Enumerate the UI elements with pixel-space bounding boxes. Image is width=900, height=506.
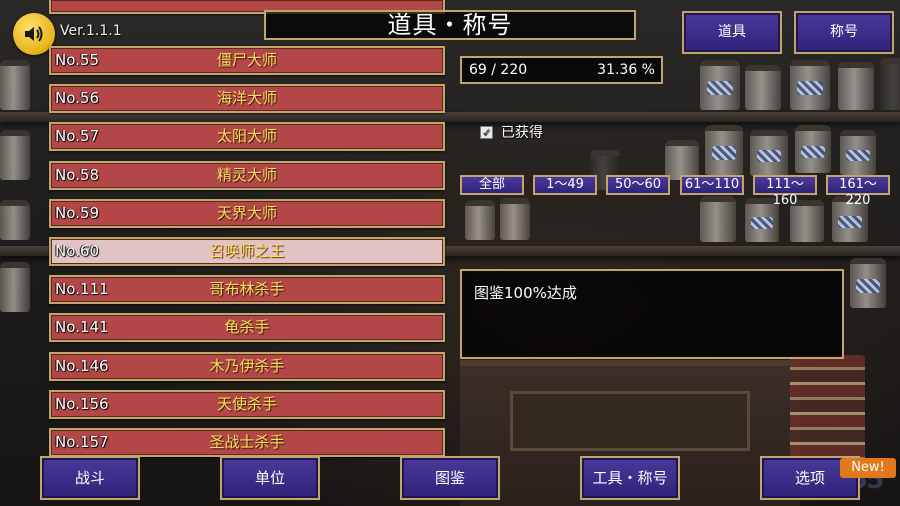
title-description: 图鉴100%达成	[460, 269, 844, 359]
title-name: 木乃伊杀手	[209, 357, 285, 375]
title-name: 精灵大师	[216, 166, 277, 184]
progress-percent: 31.36 %	[597, 62, 655, 78]
jar	[838, 62, 874, 110]
jar	[665, 140, 699, 180]
speaker-icon	[25, 26, 43, 42]
jar	[500, 198, 530, 240]
jar	[790, 60, 830, 110]
title-name: 哥布林杀手	[209, 280, 285, 298]
filter-111-160[interactable]: 111～160	[753, 175, 817, 208]
nav-encyclopedia-button[interactable]: 图鉴	[400, 456, 500, 500]
tab-items[interactable]: 道具	[682, 11, 782, 54]
title-list-item[interactable]: No.146 木乃伊杀手	[49, 352, 445, 381]
jar	[705, 125, 743, 175]
title-name: 海洋大师	[216, 89, 277, 107]
title-name: 太阳大师	[216, 127, 277, 145]
jar	[750, 130, 788, 176]
title-list-item[interactable]: No.60 召唤师之王	[49, 237, 445, 266]
jar	[700, 60, 740, 110]
title-list-item[interactable]: No.111 哥布林杀手	[49, 275, 445, 304]
title-list-item[interactable]: No.156 天使杀手	[49, 390, 445, 419]
title-name: 龟杀手	[224, 318, 270, 336]
filter-all[interactable]: 全部	[460, 175, 524, 195]
title-list-item[interactable]: No.57 太阳大师	[49, 122, 445, 151]
nav-battle-button[interactable]: 战斗	[40, 456, 140, 500]
nav-items-titles-button[interactable]: 工具・称号	[580, 456, 680, 500]
jar	[0, 130, 30, 180]
filter-50-60[interactable]: 50～60	[606, 175, 670, 195]
progress-count: 69 / 220	[469, 62, 528, 78]
book-stack	[790, 355, 865, 465]
jar	[880, 58, 900, 110]
jar	[840, 130, 876, 175]
collection-progress: 69 / 220 31.36 %	[460, 56, 663, 84]
title-list-item[interactable]: No.141 龟杀手	[49, 313, 445, 342]
page-title: 道具・称号	[264, 10, 636, 40]
cabinet-panel	[510, 391, 750, 451]
title-list-item[interactable]: No.55 僵尸大师	[49, 46, 445, 75]
title-list-item[interactable]: No.59 天界大师	[49, 199, 445, 228]
filter-61-110[interactable]: 61～110	[680, 175, 744, 195]
title-name: 天界大师	[216, 204, 277, 222]
filter-1-49[interactable]: 1～49	[533, 175, 597, 195]
jar	[0, 200, 30, 240]
version-label: Ver.1.1.1	[60, 23, 122, 39]
jar	[465, 200, 495, 240]
jar	[745, 65, 781, 110]
tab-titles[interactable]: 称号	[794, 11, 894, 54]
title-name: 僵尸大师	[216, 51, 277, 69]
new-badge: New!	[840, 458, 896, 478]
title-name: 天使杀手	[216, 395, 277, 413]
title-list-item[interactable]: No.56 海洋大师	[49, 84, 445, 113]
jar	[850, 258, 886, 308]
jar	[700, 196, 736, 242]
title-name: 召唤师之王	[209, 242, 285, 260]
jar	[0, 262, 30, 312]
title-list-item[interactable]: No.58 精灵大师	[49, 161, 445, 190]
obtained-checkbox[interactable]: ✓	[480, 125, 493, 139]
obtained-label: 已获得	[501, 125, 543, 141]
filter-161-220[interactable]: 161～220	[826, 175, 890, 208]
title-name: 圣战士杀手	[209, 433, 285, 451]
title-list-item[interactable]: No.157 圣战士杀手	[49, 428, 445, 457]
shelf	[0, 112, 900, 122]
jar	[795, 125, 831, 173]
jar	[0, 60, 30, 110]
nav-units-button[interactable]: 单位	[220, 456, 320, 500]
obtained-filter[interactable]: ✓ 已获得	[480, 122, 543, 142]
